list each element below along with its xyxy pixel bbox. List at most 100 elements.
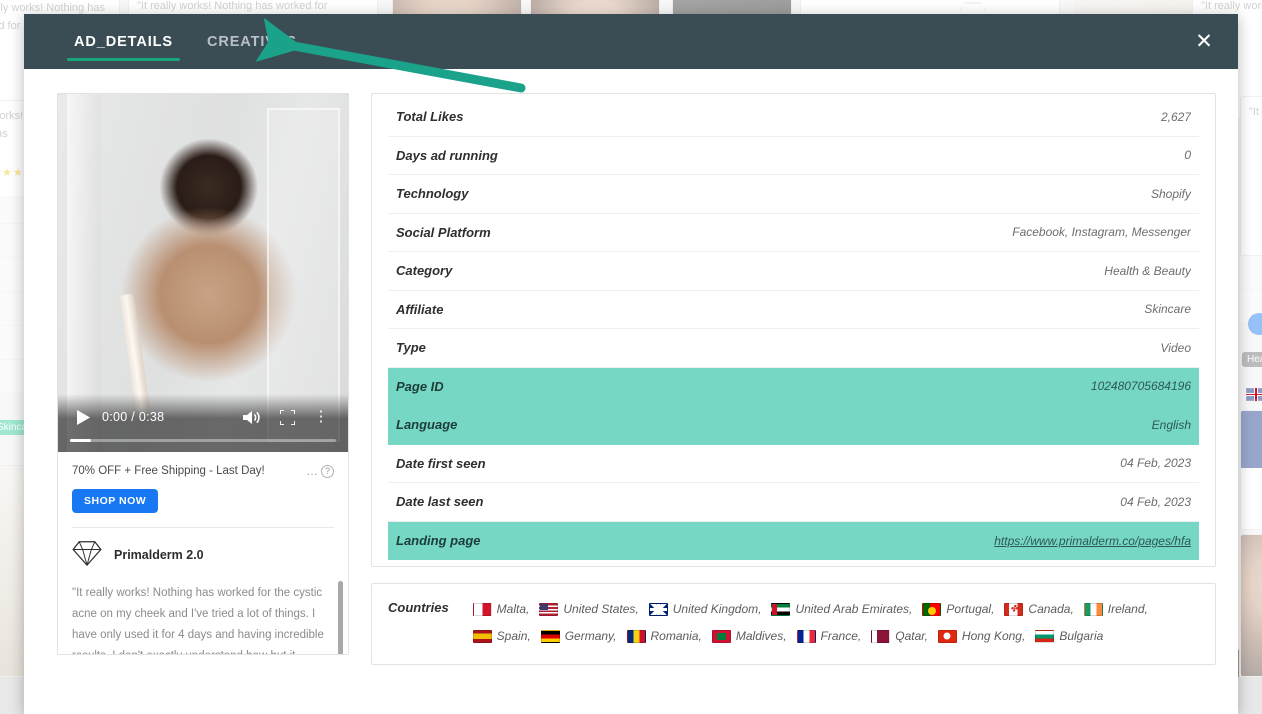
detail-row: Days ad running 0 <box>388 137 1199 176</box>
brand-name: Primalderm 2.0 <box>114 548 204 562</box>
flag-icon <box>627 630 646 643</box>
flag-icon <box>539 603 558 616</box>
country-item: United Arab Emirates, <box>771 598 912 621</box>
volume-icon[interactable] <box>234 410 268 425</box>
detail-label: Language <box>396 417 457 432</box>
flag-icon <box>1246 388 1262 401</box>
tab-creatives-label: CREATIVES <box>207 34 297 50</box>
review-scrollbar[interactable] <box>338 581 343 655</box>
details-table: Total Likes 2,627 Days ad running 0 Technolo… <box>371 93 1216 567</box>
country-item: Portugal, <box>922 598 994 621</box>
country-name: Hong Kong, <box>962 625 1025 648</box>
country-name: Malta, <box>497 598 530 621</box>
detail-value: Skincare <box>1144 302 1191 316</box>
detail-value-link[interactable]: https://www.primalderm.co/pages/hfa <box>994 534 1191 548</box>
video-progress-fill <box>70 439 91 442</box>
country-item: Ireland, <box>1084 598 1148 621</box>
country-item: France, <box>797 625 862 648</box>
country-name: United States, <box>563 598 638 621</box>
modal-body: 0:00 / 0:38 <box>24 69 1238 714</box>
ad-headline: 70% OFF + Free Shipping - Last Day! <box>72 464 298 480</box>
flag-icon <box>1035 630 1054 643</box>
modal-header: AD_DETAILS CREATIVES ✕ <box>24 14 1238 69</box>
country-item: Bulgaria <box>1035 625 1103 648</box>
country-name: Maldives, <box>736 625 787 648</box>
video-player[interactable]: 0:00 / 0:38 <box>58 94 348 452</box>
country-name: United Arab Emirates, <box>795 598 912 621</box>
country-name: Ireland, <box>1108 598 1148 621</box>
detail-row: Page ID102480705684196 <box>388 368 1199 407</box>
detail-value: 0 <box>1184 148 1191 162</box>
flag-icon <box>473 603 492 616</box>
country-name: France, <box>821 625 862 648</box>
review-text: "It really works! Nothing has worked for… <box>72 583 328 655</box>
overflow-menu-icon[interactable]: ⋮ <box>306 411 336 423</box>
diamond-icon <box>72 540 102 571</box>
detail-row: Date first seen 04 Feb, 2023 <box>388 445 1199 484</box>
detail-label: Technology <box>396 186 468 201</box>
country-name: United Kingdom, <box>673 598 762 621</box>
fullscreen-icon[interactable] <box>268 410 306 425</box>
countries-panel: Countries Malta, United States, United Kin… <box>371 583 1216 665</box>
tab-creatives[interactable]: CREATIVES <box>197 14 307 69</box>
flag-icon <box>922 603 941 616</box>
ad-more-options[interactable]: … ? <box>306 464 334 478</box>
detail-label: Page ID <box>396 379 444 394</box>
overflow-glyph: ⋮ <box>314 411 329 423</box>
detail-label: Social Platform <box>396 225 491 240</box>
country-name: Canada, <box>1028 598 1073 621</box>
flag-icon <box>1004 603 1023 616</box>
detail-label: Total Likes <box>396 109 463 124</box>
detail-row: LanguageEnglish <box>388 406 1199 445</box>
flag-icon <box>797 630 816 643</box>
country-item: Maldives, <box>712 625 787 648</box>
detail-label: Date last seen <box>396 494 483 509</box>
detail-label: Days ad running <box>396 148 498 163</box>
video-progress-bar[interactable] <box>70 439 336 442</box>
detail-label: Date first seen <box>396 456 486 471</box>
country-item: Malta, <box>473 598 530 621</box>
detail-value: 2,627 <box>1161 110 1191 124</box>
detail-row: Technology Shopify <box>388 175 1199 214</box>
countries-list: Malta, United States, United Kingdom, Unite… <box>473 598 1199 648</box>
detail-value: Video <box>1161 341 1191 355</box>
detail-value: Shopify <box>1151 187 1191 201</box>
country-item: Romania, <box>627 625 702 648</box>
review-quote: "It really works! Nothing has worked for… <box>72 587 324 655</box>
detail-row: Landing pagehttps://www.primalderm.co/pa… <box>388 522 1199 561</box>
video-controls: 0:00 / 0:38 <box>58 394 348 452</box>
flag-icon <box>541 630 560 643</box>
shop-now-button[interactable]: SHOP NOW <box>72 489 158 513</box>
video-controls-row: 0:00 / 0:38 <box>70 404 336 430</box>
brand-row: Primalderm 2.0 <box>58 528 348 575</box>
detail-value: Facebook, Instagram, Messenger <box>1012 225 1191 239</box>
detail-label: Affiliate <box>396 302 443 317</box>
detail-value: 04 Feb, 2023 <box>1120 456 1191 470</box>
country-item: United States, <box>539 598 638 621</box>
country-item: United Kingdom, <box>649 598 762 621</box>
detail-row: Affiliate Skincare <box>388 291 1199 330</box>
detail-value: 04 Feb, 2023 <box>1120 495 1191 509</box>
country-name: Romania, <box>651 625 702 648</box>
detail-row: Type Video <box>388 329 1199 368</box>
country-name: Spain, <box>497 625 531 648</box>
flag-icon <box>1084 603 1103 616</box>
close-icon[interactable]: ✕ <box>1188 26 1220 58</box>
country-item: Germany, <box>541 625 617 648</box>
flag-icon <box>938 630 957 643</box>
ad-details-modal: AD_DETAILS CREATIVES ✕ <box>24 14 1238 714</box>
countries-label: Countries <box>388 598 449 615</box>
close-glyph: ✕ <box>1195 31 1213 52</box>
country-name: Qatar, <box>895 625 928 648</box>
flag-icon <box>473 630 492 643</box>
tab-ad-details[interactable]: AD_DETAILS <box>64 14 183 69</box>
ad-copy-row: 70% OFF + Free Shipping - Last Day! … ? <box>58 452 348 480</box>
detail-row: Date last seen 04 Feb, 2023 <box>388 483 1199 522</box>
detail-value: Health & Beauty <box>1104 264 1191 278</box>
detail-row: Social Platform Facebook, Instagram, Mess… <box>388 214 1199 253</box>
country-item: Hong Kong, <box>938 625 1025 648</box>
play-icon[interactable] <box>70 410 96 425</box>
review-block: "It really works! Nothing has worked for… <box>58 575 348 655</box>
detail-row: Total Likes 2,627 <box>388 98 1199 137</box>
detail-label: Type <box>396 340 426 355</box>
